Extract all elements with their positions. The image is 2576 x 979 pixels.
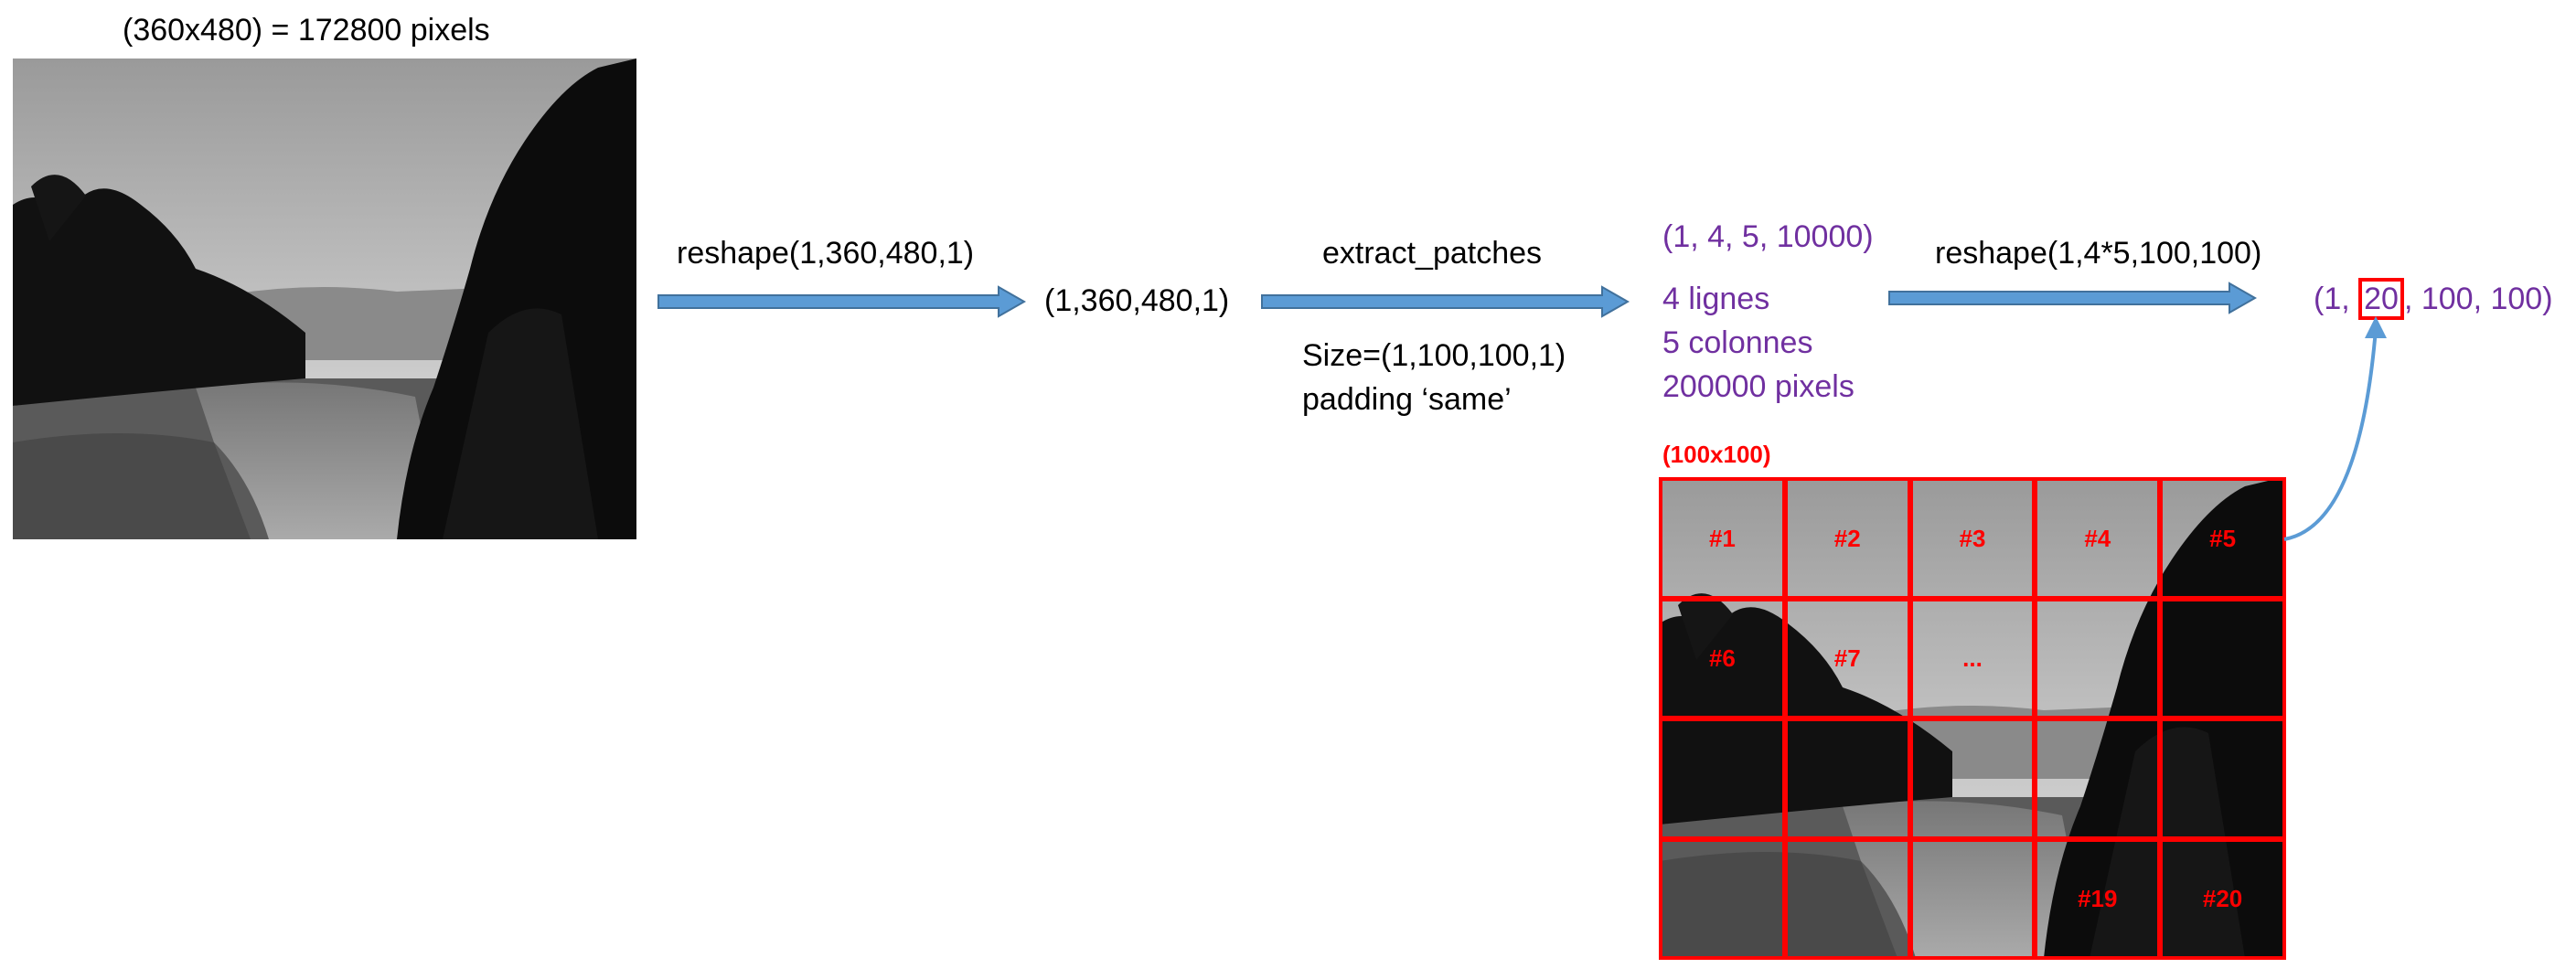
arrow-reshape-2 [1888,282,2258,314]
patch-cell: #4 [2034,477,2162,600]
patch-cell: #6 [1659,597,1786,719]
step2-padding-param: padding ‘same’ [1302,382,1512,417]
step2-size-param: Size=(1,100,100,1) [1302,338,1566,373]
patch-grid: #1 #2 #3 #4 #5 #6 #7... #19 #20 [1659,477,2286,960]
patch-cell: #5 [2159,477,2286,600]
step2-detail-rows: 4 lignes [1662,282,1770,316]
patch-cell: #19 [2034,837,2162,960]
step2-result: (1, 4, 5, 10000) [1662,219,1874,254]
final-result-suffix: , 100, 100) [2403,282,2553,316]
patch-cell-label: #2 [1833,524,1861,552]
patch-cell-label: #4 [2084,524,2111,552]
patch-cell [1908,837,2036,960]
patch-cell: #2 [1783,477,1911,600]
curved-arrow [2277,311,2405,548]
patch-cell [1659,718,1786,840]
patch-cell-label: #7 [1833,644,1861,673]
step1-result: (1,360,480,1) [1044,283,1230,318]
patch-cell-label: #5 [2209,524,2237,552]
arrow-reshape-1 [657,285,1027,318]
arrow-extract-patches [1261,285,1630,318]
patch-cell-label: #6 [1708,644,1736,673]
patch-cell: #3 [1908,477,2036,600]
patch-cell [1783,718,1911,840]
patch-cell-label: #1 [1708,524,1736,552]
step1-op-label: reshape(1,360,480,1) [677,236,975,271]
patch-cell [2034,597,2162,719]
patch-grid-cells: #1 #2 #3 #4 #5 #6 #7... #19 #20 [1659,477,2286,960]
step2-detail-cols: 5 colonnes [1662,325,1813,360]
patch-cell: #7 [1783,597,1911,719]
step2-op-label: extract_patches [1322,236,1543,271]
step3-op-label: reshape(1,4*5,100,100) [1935,236,2262,271]
step2-detail-pixels: 200000 pixels [1662,369,1855,404]
patch-cell: ... [1908,597,2036,719]
patch-cell [1783,837,1911,960]
source-image [13,59,636,539]
patch-cell-label: #20 [2202,885,2243,913]
patch-size-label: (100x100) [1662,441,1771,468]
patch-cell-label: #3 [1959,524,1986,552]
patch-cell [1908,718,2036,840]
patch-cell [2034,718,2162,840]
patch-cell [1659,837,1786,960]
patch-cell: #1 [1659,477,1786,600]
patch-cell: #20 [2159,837,2286,960]
patch-cell [2159,718,2286,840]
patch-cell-label: ... [1962,644,1983,673]
final-result: (1, 20, 100, 100) [2314,278,2553,320]
image-caption: (360x480) = 172800 pixels [123,13,490,48]
patch-cell-label: #19 [2078,885,2118,913]
patch-cell [2159,597,2286,719]
